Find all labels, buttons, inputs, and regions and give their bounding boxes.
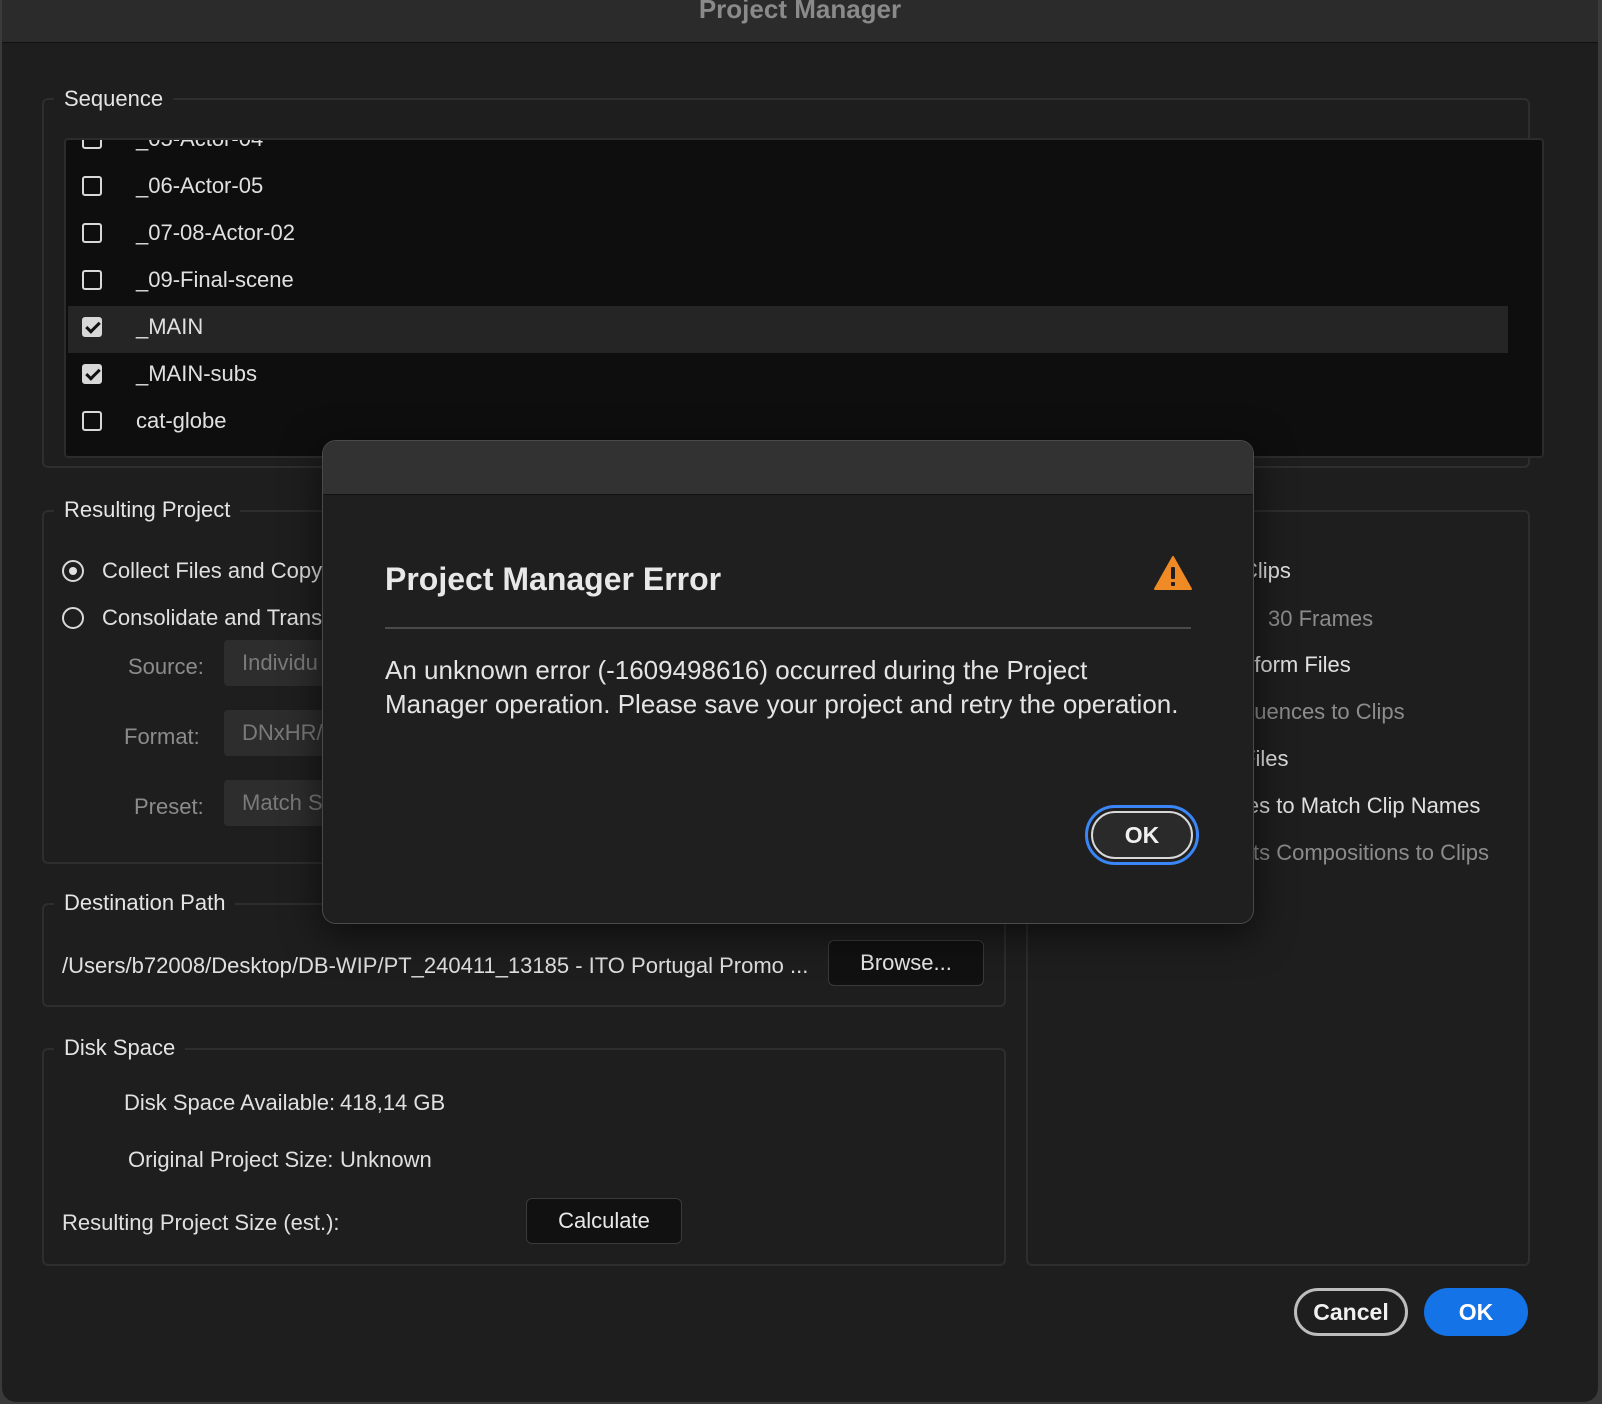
original-size-label: Original Project Size: bbox=[128, 1147, 334, 1172]
list-item[interactable]: _06-Actor-05 bbox=[68, 165, 1508, 212]
dialog-message: An unknown error (-1609498616) occurred … bbox=[385, 655, 1179, 719]
consolidate-radio[interactable] bbox=[62, 607, 84, 629]
list-item[interactable]: _MAIN-subs bbox=[68, 353, 1508, 400]
sequence-name: _05-Actor-04 bbox=[136, 138, 264, 151]
sequence-checkbox[interactable] bbox=[82, 317, 102, 337]
sequence-name: cat-globe bbox=[136, 408, 227, 433]
browse-button[interactable]: Browse... bbox=[828, 940, 984, 986]
option-item[interactable]: nform Files bbox=[1242, 652, 1351, 678]
sequence-name: _MAIN bbox=[136, 314, 204, 339]
option-item[interactable]: les to Match Clip Names bbox=[1242, 793, 1480, 819]
calculate-button[interactable]: Calculate bbox=[526, 1198, 682, 1244]
sequence-checkbox[interactable] bbox=[82, 270, 102, 290]
option-item[interactable]: cts Compositions to Clips bbox=[1242, 840, 1489, 866]
sequence-checkbox[interactable] bbox=[82, 176, 102, 196]
destination-path: /Users/b72008/Desktop/DB-WIP/PT_240411_1… bbox=[62, 953, 809, 978]
collect-files-label: Collect Files and Copy t bbox=[102, 558, 335, 583]
format-label: Format: bbox=[124, 724, 200, 749]
destination-label: Destination Path bbox=[54, 890, 236, 916]
sequence-list[interactable]: _05-Actor-04 _06-Actor-05 _07-08-Actor-0… bbox=[64, 138, 1544, 458]
dialog-ok-button[interactable]: OK bbox=[1085, 805, 1199, 865]
sequence-name: _07-08-Actor-02 bbox=[136, 220, 295, 245]
dialog-ok-label: OK bbox=[1091, 811, 1193, 859]
list-item[interactable]: _07-08-Actor-02 bbox=[68, 212, 1508, 259]
collect-files-radio[interactable] bbox=[62, 560, 84, 582]
cancel-button[interactable]: Cancel bbox=[1294, 1288, 1408, 1336]
window-title: Project Manager bbox=[698, 0, 902, 24]
dialog-divider bbox=[385, 627, 1191, 629]
list-item[interactable]: _09-Final-scene bbox=[68, 259, 1508, 306]
sequence-name: _06-Actor-05 bbox=[136, 173, 264, 198]
title-bar[interactable]: Project Manager bbox=[2, 0, 1598, 43]
option-item[interactable]: quences to Clips bbox=[1242, 699, 1405, 725]
disk-space-label: Disk Space bbox=[54, 1035, 186, 1061]
disk-available-value: 418,14 GB bbox=[340, 1090, 446, 1115]
consolidate-label: Consolidate and Transc bbox=[102, 605, 334, 630]
sequence-label: Sequence bbox=[54, 86, 174, 112]
source-label: Source: bbox=[128, 654, 204, 679]
sequence-checkbox[interactable] bbox=[82, 364, 102, 384]
dialog-header[interactable] bbox=[323, 441, 1253, 495]
error-dialog: Project Manager Error An unknown error (… bbox=[322, 440, 1254, 924]
sequence-checkbox[interactable] bbox=[82, 411, 102, 431]
warning-icon bbox=[1154, 556, 1192, 590]
sequence-checkbox[interactable] bbox=[82, 223, 102, 243]
sequence-name: _09-Final-scene bbox=[136, 267, 294, 292]
resulting-project-label: Resulting Project bbox=[54, 497, 241, 523]
sequence-name: _MAIN-subs bbox=[136, 361, 258, 386]
sequence-checkbox[interactable] bbox=[82, 140, 102, 149]
list-item[interactable]: _05-Actor-04 bbox=[68, 138, 1508, 165]
project-manager-window: Project Manager Sequence _05-Actor-04 _0… bbox=[2, 0, 1598, 1402]
ok-button[interactable]: OK bbox=[1424, 1288, 1528, 1336]
original-size-value: Unknown bbox=[340, 1147, 432, 1172]
disk-available-label: Disk Space Available: bbox=[124, 1090, 336, 1115]
option-item[interactable]: 30 Frames bbox=[1268, 606, 1373, 632]
dialog-title: Project Manager Error bbox=[385, 561, 722, 597]
preset-label: Preset: bbox=[134, 794, 204, 819]
list-item[interactable]: _MAIN bbox=[68, 306, 1508, 353]
resulting-size-label: Resulting Project Size (est.): bbox=[62, 1210, 340, 1235]
